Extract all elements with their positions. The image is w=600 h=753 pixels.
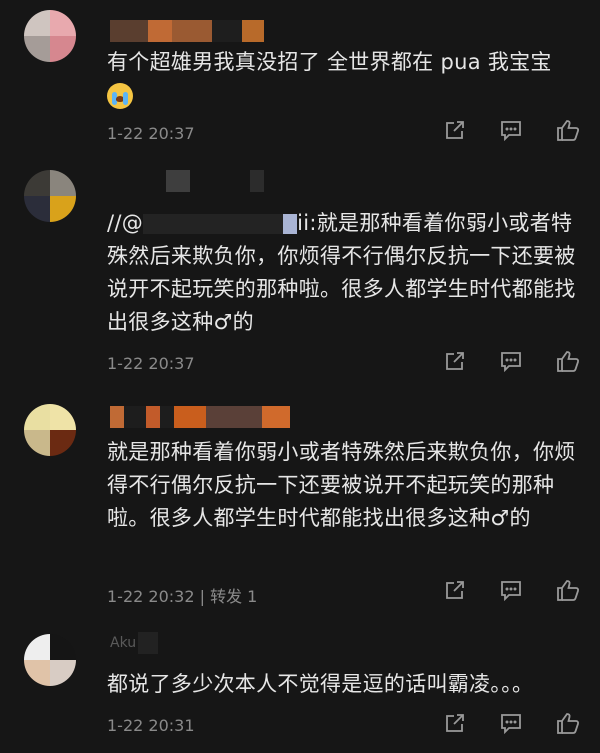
comment-3: 就是那种看着你弱小或者特殊然后来欺负你，你烦得不行偶尔反抗一下还要被说开不起玩笑… [0,390,600,620]
forward-icon[interactable] [444,712,466,734]
timestamp: 1-22 20:37 [107,354,195,373]
username[interactable]: Aku [110,632,159,654]
comment-text: 有个超雄男我真没招了 全世界都在 pua 我宝宝 [107,46,578,112]
forward-icon[interactable] [444,579,466,601]
comment-1: 有个超雄男我真没招了 全世界都在 pua 我宝宝 1-22 20:37 [0,0,600,160]
action-bar [444,119,580,141]
username[interactable] [110,170,264,192]
comment-text-body: 都说了多少次本人不觉得是逗的话叫霸凌。。。 [107,672,534,696]
action-bar [444,579,580,601]
like-icon[interactable] [556,350,580,372]
timestamp-text: 1-22 20:37 [107,354,195,373]
like-icon[interactable] [556,119,580,141]
reply-prefix[interactable]: //@ [107,211,143,235]
comment-text: 都说了多少次本人不觉得是逗的话叫霸凌。。。 [107,668,578,701]
masked-username [143,214,284,234]
timestamp: 1-22 20:37 [107,124,195,143]
timestamp-text: 1-22 20:31 [107,716,195,735]
comment-icon[interactable] [500,579,522,601]
action-bar [444,712,580,734]
username-text[interactable]: Aku [110,632,136,654]
username[interactable] [110,406,290,428]
timestamp: 1-22 20:31 [107,716,195,735]
timestamp-text: 1-22 20:37 [107,124,195,143]
comment-icon[interactable] [500,119,522,141]
comment-text-body: 有个超雄男我真没招了 全世界都在 pua 我宝宝 [107,50,552,74]
masked-username [283,214,298,234]
comment-2: //@ ii:就是那种看着你弱小或者特殊然后来欺负你，你烦得不行偶尔反抗一下还要被… [0,160,600,390]
avatar[interactable] [24,170,76,222]
avatar[interactable] [24,634,76,686]
forward-count[interactable]: | 转发 1 [200,587,258,606]
comment-text: 就是那种看着你弱小或者特殊然后来欺负你，你烦得不行偶尔反抗一下还要被说开不起玩笑… [107,436,578,535]
comment-text-body: 就是那种看着你弱小或者特殊然后来欺负你，你烦得不行偶尔反抗一下还要被说开不起玩笑… [107,440,576,530]
forward-icon[interactable] [444,119,466,141]
comment-text: //@ ii:就是那种看着你弱小或者特殊然后来欺负你，你烦得不行偶尔反抗一下还要被… [107,207,578,339]
like-icon[interactable] [556,579,580,601]
timestamp-text: 1-22 20:32 [107,587,195,606]
timestamp: 1-22 20:32 | 转发 1 [107,583,257,607]
comment-icon[interactable] [500,350,522,372]
comment-icon[interactable] [500,712,522,734]
avatar[interactable] [24,404,76,456]
loudly-crying-face-icon [107,83,133,109]
comment-4: Aku 都说了多少次本人不觉得是逗的话叫霸凌。。。 1-22 20:31 [0,620,600,753]
action-bar [444,350,580,372]
like-icon[interactable] [556,712,580,734]
forward-icon[interactable] [444,350,466,372]
reply-suffix[interactable]: ii: [297,211,317,235]
username[interactable] [110,20,264,42]
avatar[interactable] [24,10,76,62]
